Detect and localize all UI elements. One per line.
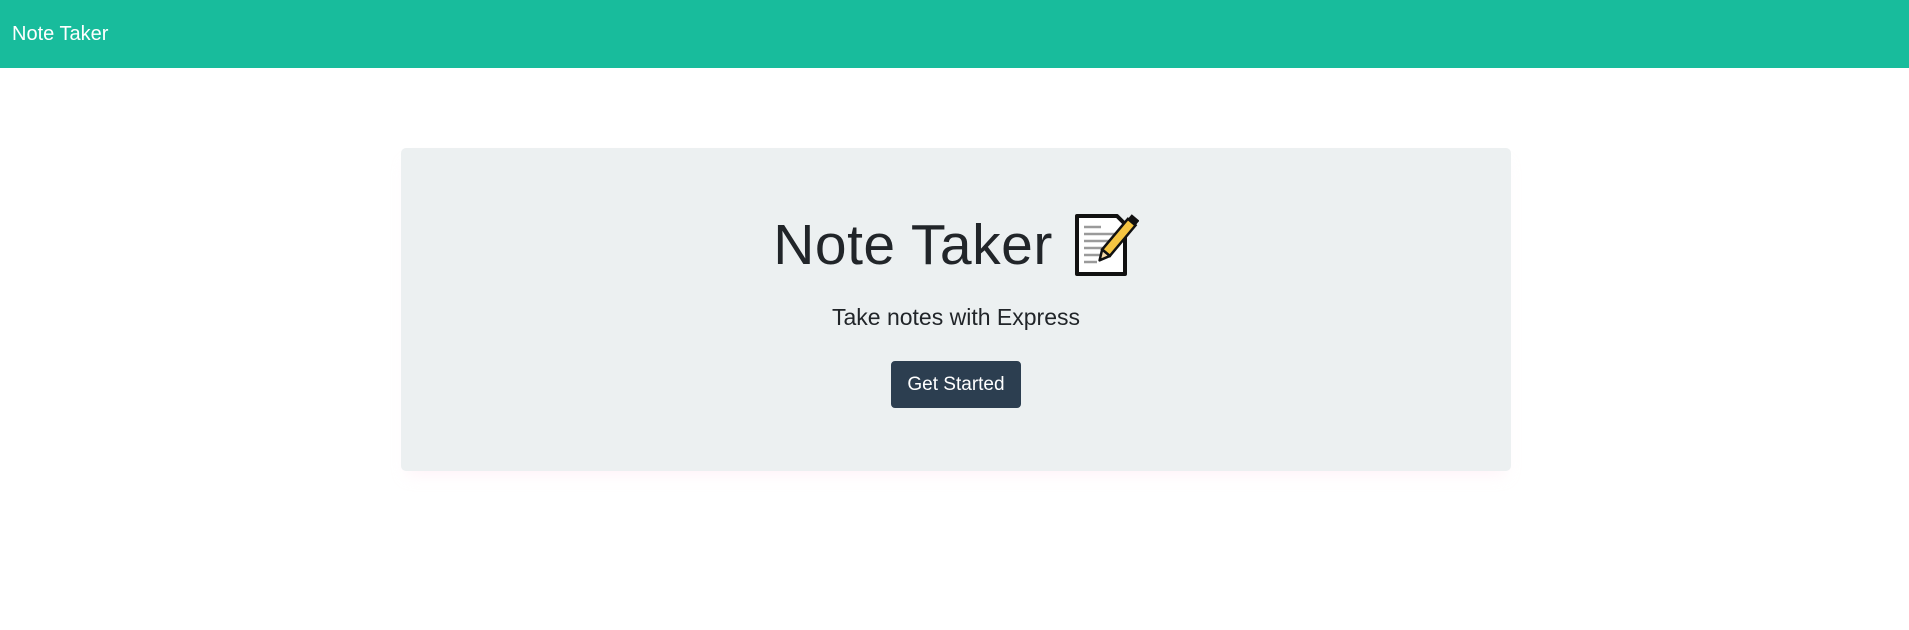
memo-icon — [1071, 212, 1140, 278]
hero-subtitle: Take notes with Express — [831, 304, 1080, 330]
get-started-button[interactable]: Get Started — [891, 361, 1021, 408]
hero-title: Note Taker — [773, 212, 1053, 277]
hero-jumbotron: Note Taker Take notes with Express Get S… — [401, 148, 1511, 471]
navbar: Note Taker — [0, 0, 1909, 68]
hero-title-row: Note Taker — [401, 212, 1511, 278]
navbar-brand[interactable]: Note Taker — [12, 24, 108, 44]
